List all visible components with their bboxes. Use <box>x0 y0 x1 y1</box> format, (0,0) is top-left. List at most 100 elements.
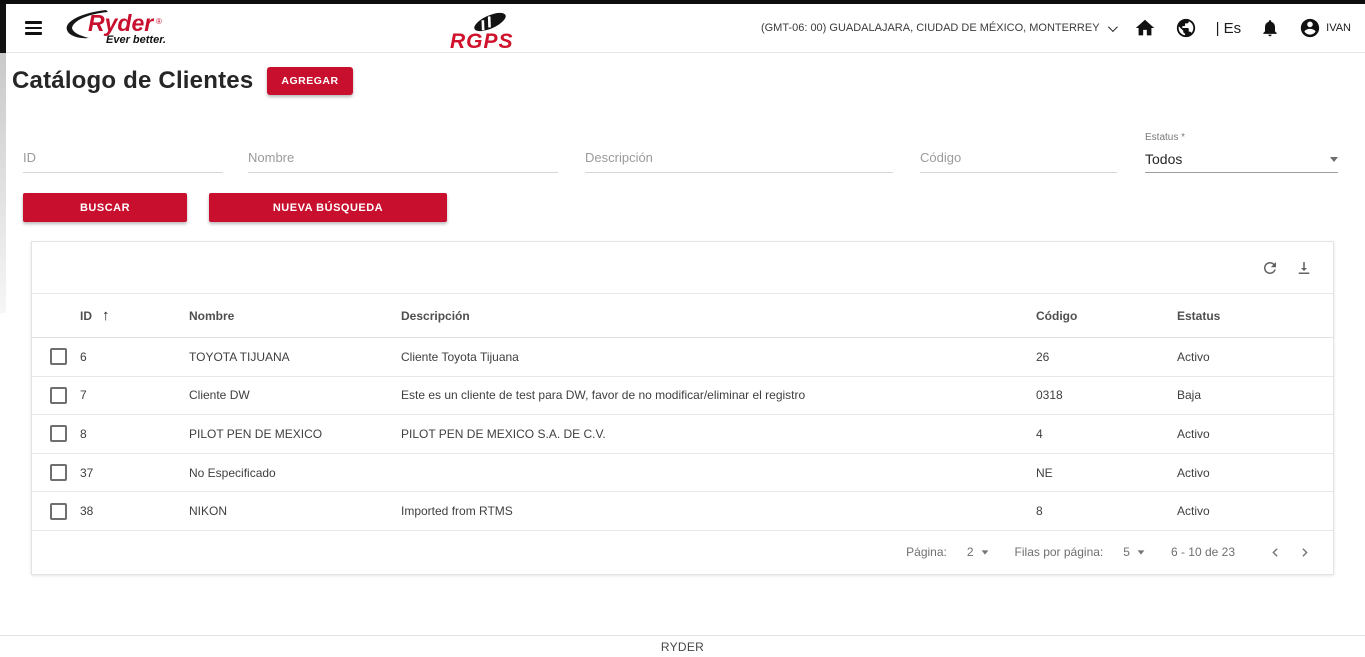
cell-nombre: No Especificado <box>189 465 276 480</box>
rows-per-page-select[interactable]: 5 <box>1123 545 1145 559</box>
user-menu[interactable]: IVAN <box>1299 17 1351 39</box>
cell-id: 37 <box>80 465 94 480</box>
nueva-busqueda-button[interactable]: NUEVA BÚSQUEDA <box>209 193 447 222</box>
cell-codigo: 26 <box>1036 349 1050 364</box>
nombre-input[interactable] <box>248 150 558 172</box>
agregar-button[interactable]: AGREGAR <box>267 67 353 95</box>
estatus-label: Estatus * <box>1145 132 1186 143</box>
footer-brand-label: RYDER <box>660 640 705 655</box>
page-title: Catálogo de Clientes <box>12 67 254 94</box>
cell-id: 38 <box>80 504 94 519</box>
id-input[interactable] <box>23 150 223 172</box>
left-edge-strip <box>0 4 6 53</box>
search-form: Estatus * Todos <box>0 132 1365 173</box>
app-header: Ryder ® Ever better. RGPS (GMT-06: 00) G… <box>0 4 1365 53</box>
cell-descripcion: Imported from RTMS <box>401 504 513 519</box>
estatus-select[interactable]: Todos <box>1145 148 1338 173</box>
table-row[interactable]: 37 No Especificado NE Activo <box>32 454 1333 493</box>
refresh-icon <box>1264 261 1276 274</box>
ryder-tagline: Ever better. <box>106 34 166 46</box>
timezone-label: (GMT-06: 00) GUADALAJARA, CIUDAD DE MÉXI… <box>760 22 1100 34</box>
page-value: 2 <box>966 545 974 560</box>
cell-nombre: NIKON <box>189 504 228 519</box>
chevron-down-icon <box>1137 550 1145 555</box>
ryder-wordmark: Ryder <box>88 10 154 36</box>
buscar-button[interactable]: BUSCAR <box>23 193 187 222</box>
page-footer: RYDER <box>0 634 1365 657</box>
svg-text:®: ® <box>156 17 162 26</box>
chevron-down-icon <box>981 550 988 555</box>
cell-id: 6 <box>80 349 87 364</box>
descripcion-input[interactable] <box>585 150 893 172</box>
previous-page-button[interactable] <box>1261 542 1290 563</box>
cell-nombre: PILOT PEN DE MEXICO <box>189 426 323 441</box>
rgps-logo: RGPS <box>445 9 527 57</box>
download-button[interactable] <box>1295 259 1313 277</box>
timezone-selector[interactable]: (GMT-06: 00) GUADALAJARA, CIUDAD DE MÉXI… <box>760 21 1118 34</box>
ryder-logo: Ryder ® Ever better. <box>60 6 178 51</box>
cell-estatus: Activo <box>1177 349 1210 364</box>
cell-estatus: Baja <box>1177 388 1202 403</box>
download-icon <box>1298 261 1310 274</box>
chevron-down-icon <box>1107 21 1118 32</box>
bell-icon <box>1263 20 1277 37</box>
cell-descripcion: Este es un cliente de test para DW, favo… <box>401 388 806 403</box>
id-field-wrap <box>23 143 223 173</box>
table-row[interactable]: 38 NIKON Imported from RTMS 8 Activo <box>32 492 1333 531</box>
table-row[interactable]: 8 PILOT PEN DE MEXICO PILOT PEN DE MEXIC… <box>32 415 1333 454</box>
table-header-row: ID ↑ Nombre Descripción Código Estatus <box>32 294 1333 338</box>
sort-asc-icon[interactable]: ↑ <box>102 307 110 324</box>
codigo-input[interactable] <box>920 150 1117 172</box>
chevron-right-icon <box>1302 548 1308 557</box>
row-checkbox[interactable] <box>50 386 67 404</box>
estatus-value: Todos <box>1145 151 1183 167</box>
main-content: Catálogo de Clientes AGREGAR Estatus * T… <box>0 67 1365 575</box>
chevron-left-icon <box>1272 548 1278 557</box>
home-button[interactable] <box>1134 17 1156 39</box>
row-checkbox[interactable] <box>50 348 67 366</box>
row-checkbox[interactable] <box>50 502 67 520</box>
table-row[interactable]: 7 Cliente DW Este es un cliente de test … <box>32 377 1333 416</box>
rows-per-page-label: Filas por página: <box>1014 545 1104 560</box>
cell-descripcion: PILOT PEN DE MEXICO S.A. DE C.V. <box>401 426 606 441</box>
cell-nombre: Cliente DW <box>189 388 250 403</box>
language-label[interactable]: | Es <box>1216 20 1242 37</box>
chevron-down-icon <box>1330 156 1338 162</box>
cell-id: 8 <box>80 426 87 441</box>
rows-per-page-value: 5 <box>1123 545 1130 560</box>
cell-estatus: Activo <box>1177 465 1210 480</box>
cell-estatus: Activo <box>1177 426 1210 441</box>
page-label: Página: <box>906 545 947 560</box>
cell-codigo: NE <box>1036 465 1053 480</box>
next-page-button[interactable] <box>1290 542 1319 563</box>
column-header-codigo[interactable]: Código <box>1036 309 1177 323</box>
notifications-button[interactable] <box>1260 18 1280 38</box>
codigo-field-wrap <box>920 143 1117 173</box>
cell-codigo: 8 <box>1036 504 1043 519</box>
row-checkbox[interactable] <box>50 464 67 482</box>
estatus-select-wrap: Estatus * Todos <box>1145 132 1338 173</box>
pagination-bar: Página: 2 Filas por página: 5 6 - 10 de … <box>32 531 1333 574</box>
nombre-field-wrap <box>248 143 558 173</box>
column-header-descripcion[interactable]: Descripción <box>401 309 1036 323</box>
results-card: ID ↑ Nombre Descripción Código Estatus 6… <box>31 241 1334 575</box>
cell-nombre: TOYOTA TIJUANA <box>189 349 290 364</box>
language-globe-button[interactable] <box>1175 17 1197 39</box>
row-checkbox[interactable] <box>50 425 67 443</box>
rgps-wordmark: RGPS <box>450 30 514 52</box>
column-header-id[interactable]: ID ↑ <box>80 307 189 324</box>
cell-codigo: 0318 <box>1036 388 1063 403</box>
column-header-nombre[interactable]: Nombre <box>189 309 401 323</box>
table-row[interactable]: 6 TOYOTA TIJUANA Cliente Toyota Tijuana … <box>32 338 1333 377</box>
column-header-estatus[interactable]: Estatus <box>1177 309 1333 323</box>
refresh-button[interactable] <box>1261 259 1279 277</box>
cell-estatus: Activo <box>1177 504 1210 519</box>
globe-icon <box>1176 18 1195 38</box>
user-avatar-icon <box>1300 18 1320 38</box>
home-icon <box>1135 19 1154 36</box>
menu-icon[interactable] <box>25 21 42 35</box>
cell-id: 7 <box>80 388 87 403</box>
left-edge-strip-lower <box>0 53 6 313</box>
cell-codigo: 4 <box>1036 426 1043 441</box>
page-select[interactable]: 2 <box>967 545 989 559</box>
